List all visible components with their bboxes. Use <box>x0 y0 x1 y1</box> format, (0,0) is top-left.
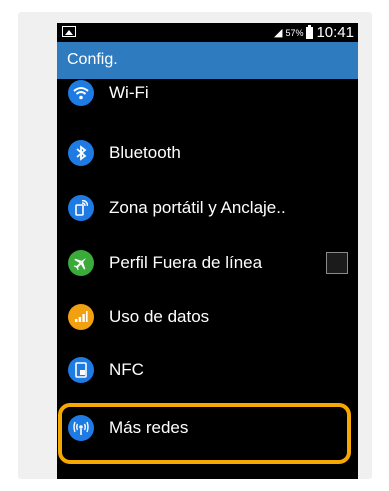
settings-item-offline-profile[interactable]: Perfil Fuera de línea <box>57 237 358 289</box>
settings-item-hotspot[interactable]: Zona portátil y Anclaje.. <box>57 182 358 234</box>
battery-percent: 57% <box>285 27 304 38</box>
settings-item-label: Bluetooth <box>109 143 181 162</box>
airplane-icon <box>68 250 94 276</box>
nfc-icon <box>68 357 94 383</box>
settings-item-bluetooth[interactable]: Bluetooth <box>57 127 358 179</box>
bluetooth-icon <box>68 140 94 166</box>
settings-item-data-usage[interactable]: Uso de datos <box>57 291 358 343</box>
settings-item-nfc[interactable]: NFC <box>57 344 358 396</box>
clock: 10:41 <box>316 24 354 41</box>
settings-item-label: NFC <box>109 360 144 379</box>
settings-item-wifi[interactable]: Wi-Fi <box>57 67 358 119</box>
wifi-icon <box>68 80 94 106</box>
status-bar: ◢ 57% 10:41 <box>57 23 358 42</box>
settings-item-label: Wi-Fi <box>109 83 149 102</box>
highlight-box <box>58 403 351 464</box>
settings-item-label: Uso de datos <box>109 307 210 326</box>
settings-item-label: Zona portátil y Anclaje.. <box>109 198 286 217</box>
gallery-notification-icon <box>62 26 76 37</box>
battery-icon <box>306 24 314 39</box>
hotspot-icon <box>68 195 94 221</box>
offline-profile-checkbox[interactable] <box>326 252 348 274</box>
settings-item-label: Perfil Fuera de línea <box>109 253 263 272</box>
data-usage-icon <box>68 304 94 330</box>
signal-icon: ◢ <box>273 27 283 39</box>
